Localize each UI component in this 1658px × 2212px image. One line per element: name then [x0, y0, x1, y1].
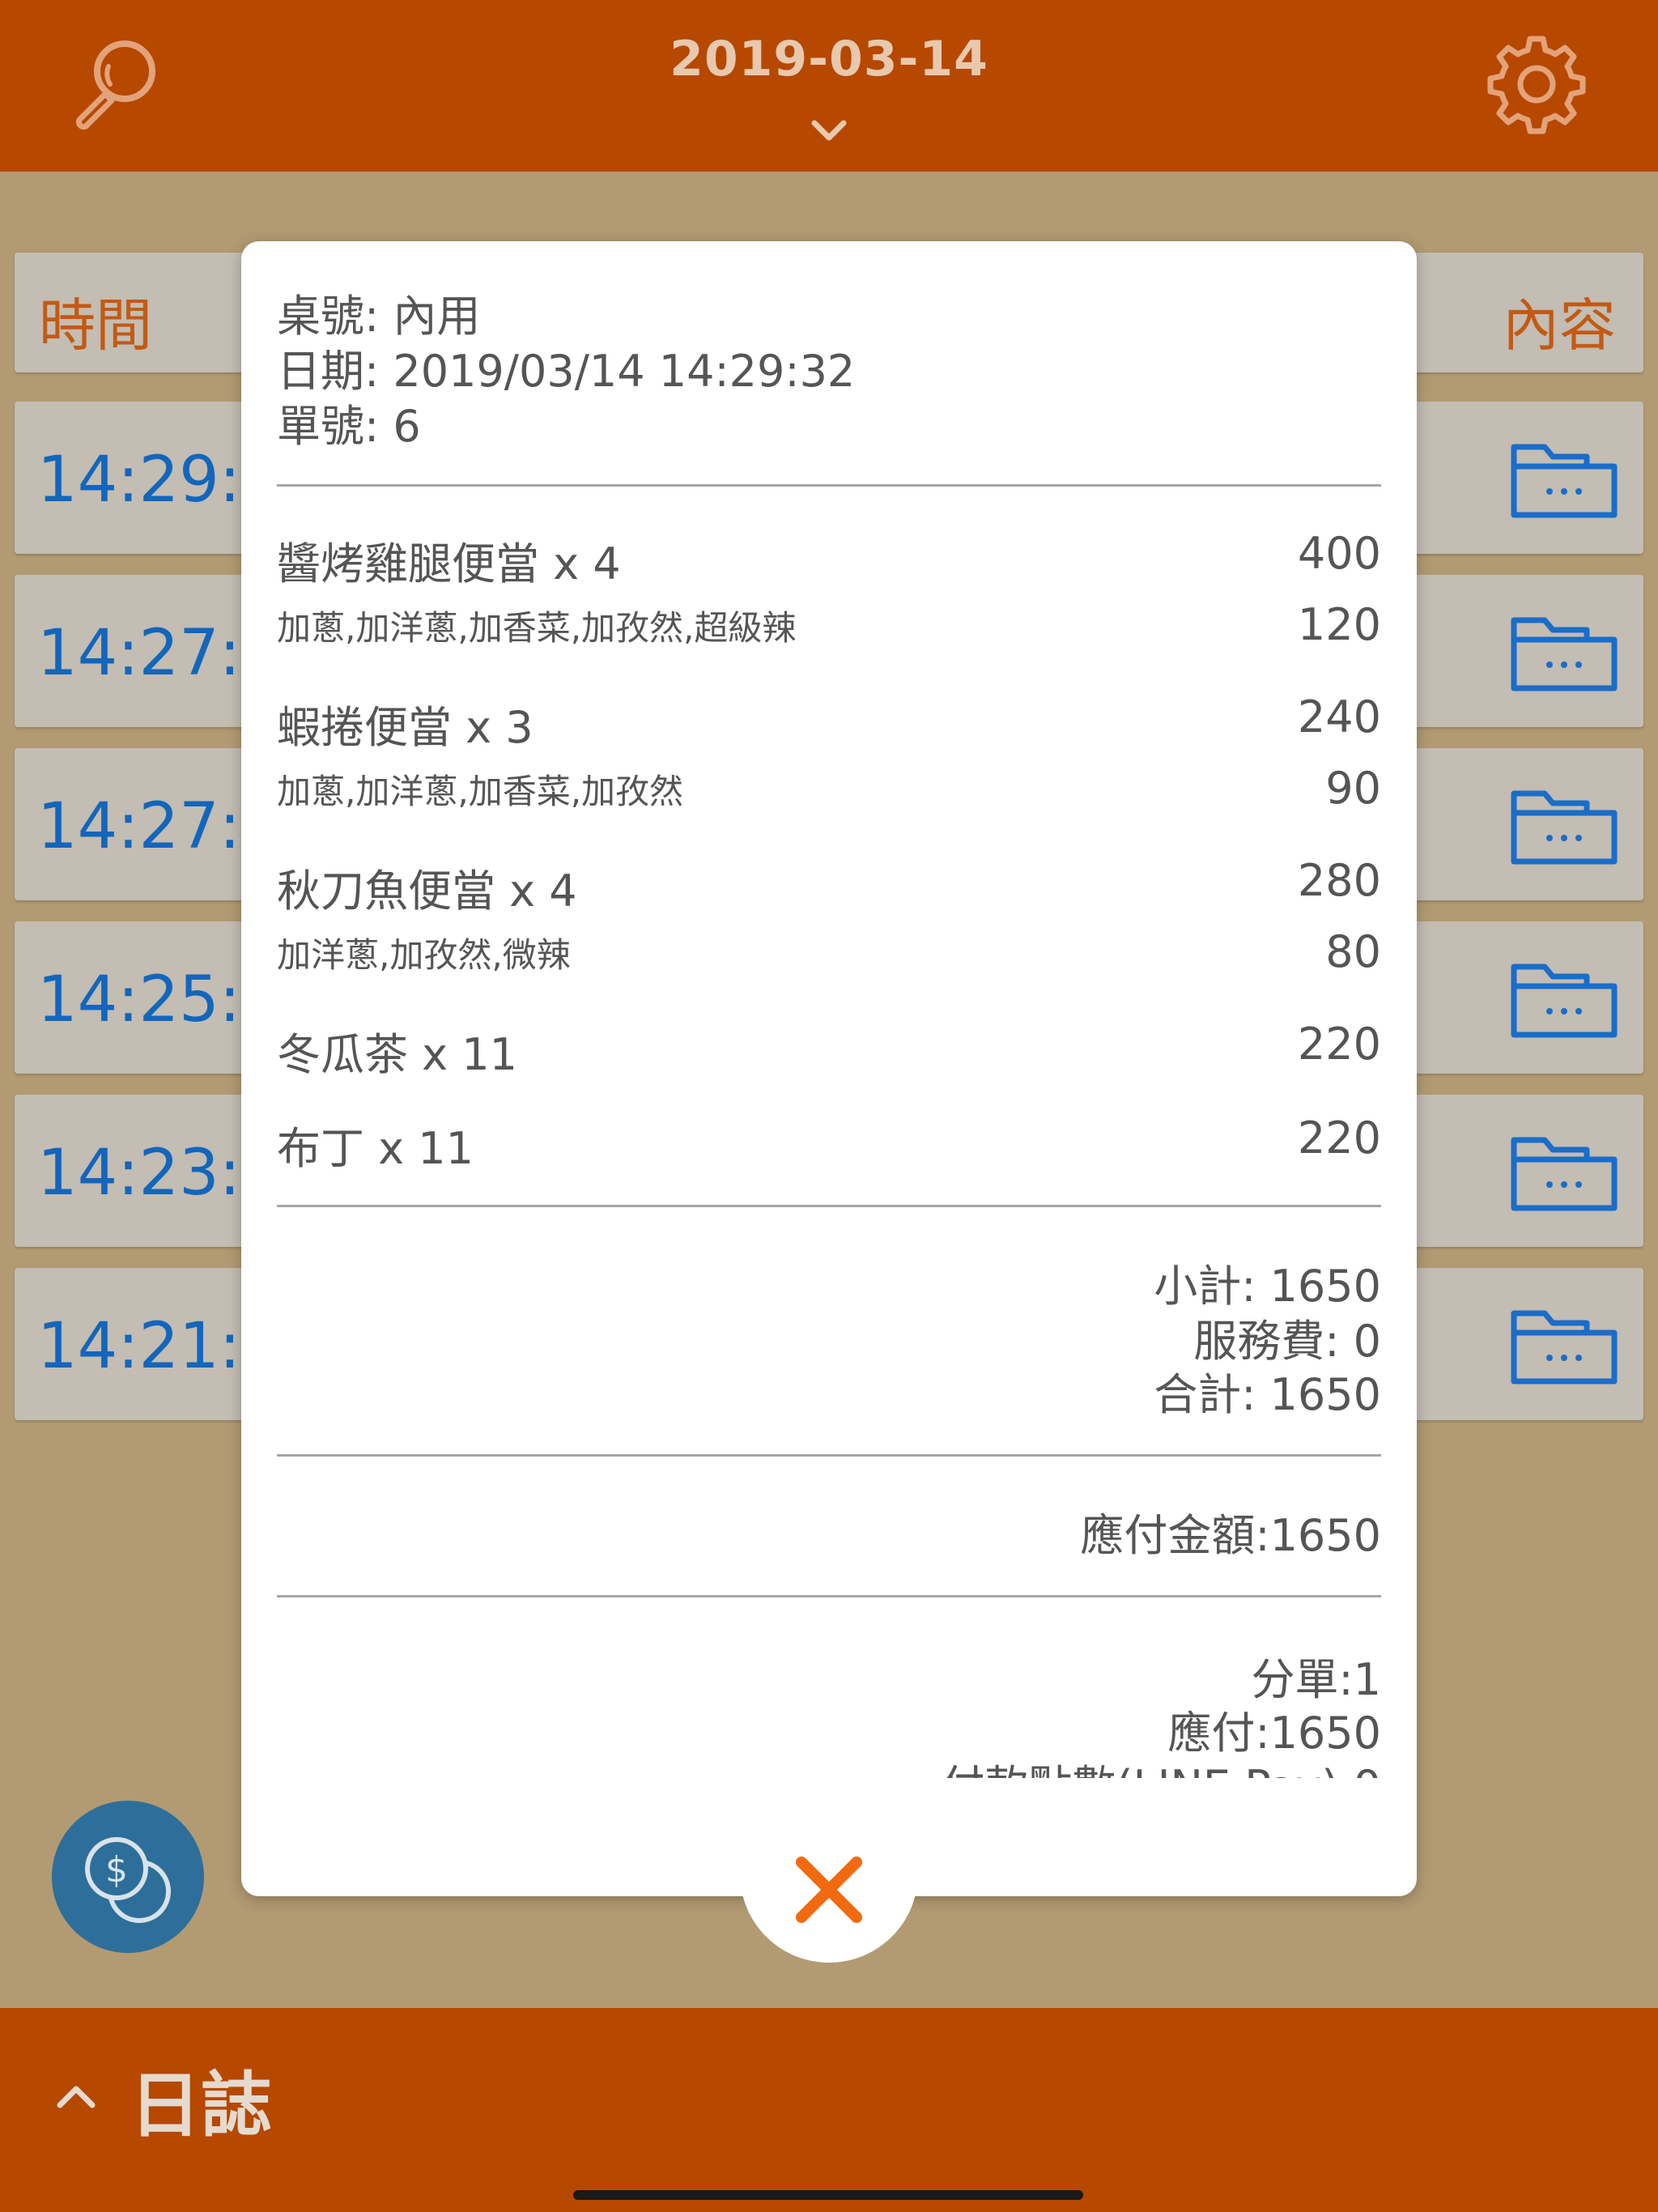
- log-label[interactable]: 日誌: [130, 2048, 272, 2151]
- item-price: 240: [1297, 691, 1381, 742]
- item-options: 加蔥,加洋蔥,加香菜,加孜然: [277, 772, 684, 811]
- chevron-up-icon[interactable]: [55, 2084, 97, 2110]
- item-options: 加洋蔥,加孜然,微辣: [277, 935, 571, 975]
- amount-due: 應付金額:1650: [1080, 1510, 1381, 1561]
- options-price: 90: [1325, 763, 1381, 814]
- item-name: 秋刀魚便當 x 4: [277, 866, 577, 917]
- divider: [277, 484, 1381, 487]
- item-name: 冬瓜茶 x 11: [277, 1029, 517, 1080]
- close-icon[interactable]: [793, 1854, 865, 1925]
- divider: [277, 1595, 1381, 1597]
- item-price: 400: [1297, 528, 1381, 579]
- divider: [277, 1454, 1381, 1457]
- order-number: 單號: 6: [277, 401, 421, 452]
- total: 合計: 1650: [1154, 1369, 1381, 1420]
- item-price: 280: [1297, 855, 1381, 906]
- svg-text:$: $: [105, 1849, 128, 1891]
- options-price: 80: [1325, 926, 1381, 977]
- receipt-content[interactable]: 桌號: 內用 日期: 2019/03/14 14:29:32 單號: 6 醬烤雞…: [0, 0, 1658, 1778]
- home-indicator: [573, 2190, 1083, 2200]
- options-price: 120: [1297, 599, 1381, 650]
- item-name: 蝦捲便當 x 3: [277, 702, 534, 753]
- coins-icon: $: [85, 1837, 171, 1923]
- item-price: 220: [1297, 1112, 1381, 1163]
- item-name: 醬烤雞腿便當 x 4: [277, 538, 621, 589]
- item-price: 220: [1297, 1019, 1381, 1070]
- item-name: 布丁 x 11: [277, 1123, 474, 1174]
- item-options: 加蔥,加洋蔥,加香菜,加孜然,超級辣: [277, 608, 797, 648]
- points-paid: 付款點數(LINE Pay):0: [810, 1750, 1381, 1778]
- checkout-button[interactable]: $: [52, 1801, 204, 1953]
- divider: [277, 1205, 1381, 1207]
